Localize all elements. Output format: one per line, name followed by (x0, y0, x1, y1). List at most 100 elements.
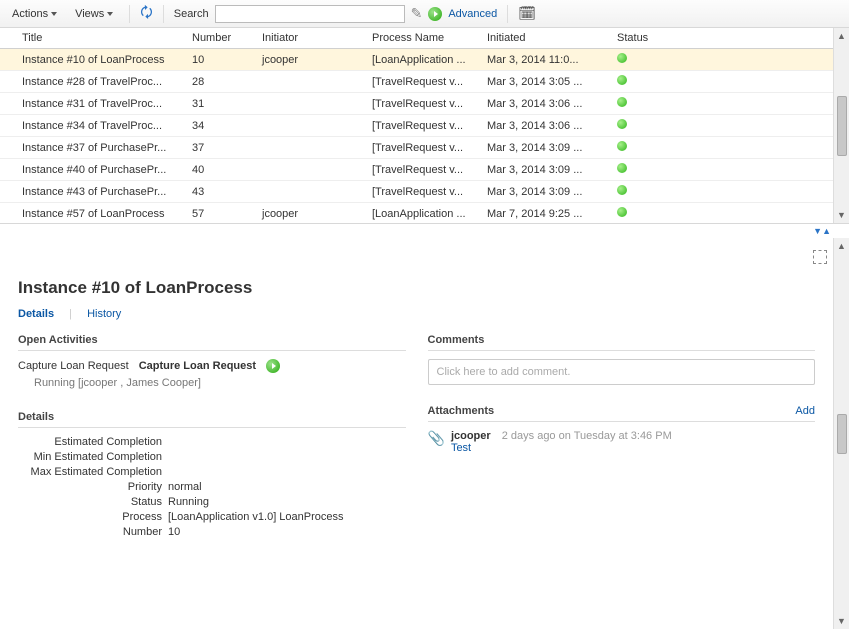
scroll-up-icon[interactable]: ▲ (837, 28, 846, 44)
cell-initiator (256, 115, 366, 137)
detail-tabs: Details | History (18, 308, 815, 320)
row-handle[interactable] (0, 137, 16, 159)
col-initiated[interactable]: Initiated (481, 28, 611, 49)
col-initiator[interactable]: Initiator (256, 28, 366, 49)
toolbar: Actions Views 🗘 Search ✎ Advanced 🗓 (0, 0, 849, 28)
scroll-down-icon[interactable]: ▼ (837, 613, 846, 629)
maximize-icon[interactable] (813, 250, 827, 264)
cell-title: Instance #10 of LoanProcess (16, 49, 186, 71)
views-label: Views (75, 8, 104, 20)
col-number[interactable]: Number (186, 28, 256, 49)
row-handle[interactable] (0, 181, 16, 203)
views-menu[interactable]: Views (69, 6, 119, 22)
actions-label: Actions (12, 8, 48, 20)
scroll-thumb[interactable] (837, 96, 847, 156)
clear-icon[interactable]: ✎ (411, 5, 423, 22)
scroll-track[interactable] (834, 454, 849, 614)
detail-scrollbar[interactable]: ▲ ▼ (833, 238, 849, 629)
instances-table: Title Number Initiator Process Name Init… (0, 28, 833, 223)
table-row[interactable]: Instance #10 of LoanProcess10jcooper[Loa… (0, 49, 833, 71)
status-dot-icon (617, 185, 627, 195)
splitter-handle[interactable]: ▼▲ (0, 224, 849, 238)
instances-table-scroll: Title Number Initiator Process Name Init… (0, 28, 833, 223)
k-status: Status (18, 496, 168, 508)
cell-process: [TravelRequest v... (366, 115, 481, 137)
scroll-up-icon[interactable]: ▲ (837, 238, 846, 254)
row-handle[interactable] (0, 203, 16, 224)
cell-title: Instance #57 of LoanProcess (16, 203, 186, 224)
status-dot-icon (617, 119, 627, 129)
cell-number: 28 (186, 71, 256, 93)
table-row[interactable]: Instance #43 of PurchasePr...43[TravelRe… (0, 181, 833, 203)
add-attachment-link[interactable]: Add (795, 405, 815, 417)
cell-process: [TravelRequest v... (366, 159, 481, 181)
col-process[interactable]: Process Name (366, 28, 481, 49)
cell-number: 34 (186, 115, 256, 137)
table-row[interactable]: Instance #40 of PurchasePr...40[TravelRe… (0, 159, 833, 181)
search-input[interactable] (215, 5, 405, 23)
tab-details[interactable]: Details (18, 308, 54, 320)
k-priority: Priority (18, 481, 168, 493)
scroll-track[interactable] (834, 44, 849, 96)
comments-heading: Comments (428, 334, 816, 351)
row-handle[interactable] (0, 115, 16, 137)
refresh-icon[interactable]: 🗘 (140, 2, 153, 26)
col-title[interactable]: Title (16, 28, 186, 49)
cell-status (611, 71, 833, 93)
scroll-track[interactable] (834, 254, 849, 414)
cell-process: [LoanApplication ... (366, 203, 481, 224)
table-row[interactable]: Instance #34 of TravelProc...34[TravelRe… (0, 115, 833, 137)
cell-initiated: Mar 7, 2014 9:25 ... (481, 203, 611, 224)
table-row[interactable]: Instance #28 of TravelProc...28[TravelRe… (0, 71, 833, 93)
status-dot-icon (617, 75, 627, 85)
col-status[interactable]: Status (611, 28, 833, 49)
actions-menu[interactable]: Actions (6, 6, 63, 22)
cell-initiator: jcooper (256, 49, 366, 71)
run-search-icon[interactable] (428, 7, 442, 21)
cell-initiator (256, 93, 366, 115)
attachment-user: jcooper (451, 430, 491, 442)
row-handle[interactable] (0, 71, 16, 93)
cell-number: 43 (186, 181, 256, 203)
attachment-meta: 2 days ago on Tuesday at 3:46 PM (502, 430, 672, 442)
status-dot-icon (617, 53, 627, 63)
table-scrollbar[interactable]: ▲ ▼ (833, 28, 849, 223)
chevron-down-icon (107, 12, 113, 16)
tool-icon[interactable]: 🗓 (518, 5, 536, 22)
scroll-thumb[interactable] (837, 414, 847, 454)
cell-initiator (256, 181, 366, 203)
cell-initiated: Mar 3, 2014 3:09 ... (481, 137, 611, 159)
attachment-icon: 📎 (428, 430, 445, 447)
row-handle[interactable] (0, 93, 16, 115)
status-dot-icon (617, 163, 627, 173)
cell-initiated: Mar 3, 2014 11:0... (481, 49, 611, 71)
advanced-link[interactable]: Advanced (448, 8, 497, 20)
k-est: Estimated Completion (18, 436, 168, 448)
cell-initiated: Mar 3, 2014 3:06 ... (481, 93, 611, 115)
attachment-title[interactable]: Test (451, 442, 672, 454)
table-header-row: Title Number Initiator Process Name Init… (0, 28, 833, 49)
row-handle[interactable] (0, 49, 16, 71)
v-priority: normal (168, 481, 202, 493)
row-handle[interactable] (0, 159, 16, 181)
activity-link[interactable]: Capture Loan Request (139, 360, 256, 372)
table-row[interactable]: Instance #37 of PurchasePr...37[TravelRe… (0, 137, 833, 159)
chevron-down-icon (51, 12, 57, 16)
cell-initiated: Mar 3, 2014 3:05 ... (481, 71, 611, 93)
cell-initiated: Mar 3, 2014 3:09 ... (481, 181, 611, 203)
cell-number: 10 (186, 49, 256, 71)
scroll-track[interactable] (834, 156, 849, 208)
table-row[interactable]: Instance #57 of LoanProcess57jcooper[Loa… (0, 203, 833, 224)
scroll-down-icon[interactable]: ▼ (837, 207, 846, 223)
cell-process: [TravelRequest v... (366, 181, 481, 203)
cell-status (611, 159, 833, 181)
comment-input[interactable]: Click here to add comment. (428, 359, 816, 385)
cell-initiator (256, 71, 366, 93)
cell-number: 31 (186, 93, 256, 115)
activity-name: Capture Loan Request (18, 360, 129, 372)
attachments-heading-row: Attachments Add (428, 405, 816, 422)
k-max: Max Estimated Completion (18, 466, 168, 478)
tab-history[interactable]: History (87, 308, 121, 320)
col-handle[interactable] (0, 28, 16, 49)
table-row[interactable]: Instance #31 of TravelProc...31[TravelRe… (0, 93, 833, 115)
